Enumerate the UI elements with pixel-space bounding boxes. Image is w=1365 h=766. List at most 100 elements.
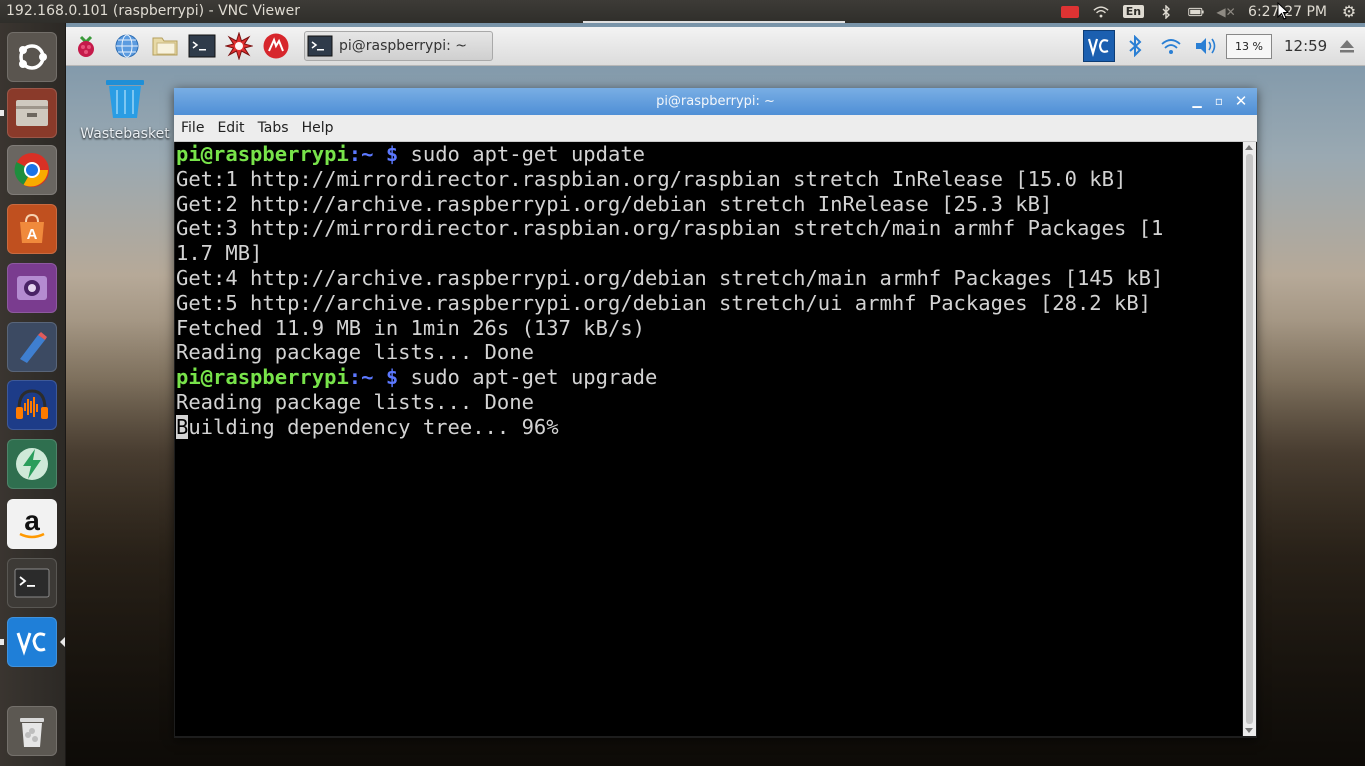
bluetooth-icon <box>1129 35 1142 57</box>
terminal-line: Get:3 http://mirrordirector.raspbian.org… <box>176 216 1164 241</box>
command-text: sudo apt-get update <box>398 142 646 166</box>
launcher-chrome[interactable] <box>7 145 57 195</box>
record-icon[interactable] <box>1060 5 1079 18</box>
scroll-up-arrow-icon[interactable] <box>1245 145 1253 150</box>
maximize-icon[interactable]: ▫ <box>1210 92 1228 110</box>
wifi-icon <box>1161 39 1181 54</box>
raspberry-icon <box>78 35 94 57</box>
terminal-launch-button[interactable] <box>187 31 217 61</box>
terminal-icon <box>307 35 333 57</box>
menu-edit[interactable]: Edit <box>217 120 244 136</box>
audacity-icon <box>16 389 48 419</box>
wifi-icon[interactable] <box>1093 5 1109 19</box>
keyboard-layout-indicator[interactable]: En <box>1122 5 1145 18</box>
terminal-icon <box>14 568 50 598</box>
command-text: sudo apt-get upgrade <box>398 365 658 390</box>
speaker-icon <box>1196 38 1216 54</box>
raspberry-menu-button[interactable] <box>71 31 101 61</box>
terminal-titlebar[interactable]: pi@raspberrypi: ~ ▁ ▫ ✕ <box>174 88 1257 115</box>
minimize-icon[interactable]: ▁ <box>1188 92 1206 110</box>
terminal-output[interactable]: pi@raspberrypi:~ $ sudo apt-get update Ge… <box>175 142 1242 736</box>
terminal-line: Get:2 http://archive.raspberrypi.org/deb… <box>176 191 1053 216</box>
pencil-app-icon <box>20 332 47 363</box>
terminal-line: 1.7 MB] <box>176 241 263 266</box>
file-manager-button[interactable] <box>150 31 180 61</box>
lightning-app-icon <box>16 448 48 480</box>
volume-muted-icon[interactable]: ◀✕ <box>1216 5 1235 19</box>
wastebasket-label: Wastebasket <box>80 126 170 142</box>
terminal-line: Get:4 http://archive.raspberrypi.org/deb… <box>176 265 1164 290</box>
terminal-line: Get:1 http://mirrordirector.raspbian.org… <box>176 166 1127 191</box>
terminal-line: Fetched 11.9 MB in 1min 26s (137 kB/s) <box>176 315 645 340</box>
amazon-icon: a <box>19 506 45 539</box>
vnc-viewer-titlebar: 192.168.0.101 (raspberrypi) - VNC Viewer… <box>0 0 1365 23</box>
running-indicator <box>0 639 4 645</box>
wastebasket-desktop-icon[interactable]: Wastebasket <box>80 78 170 142</box>
launcher-dash[interactable] <box>7 32 57 82</box>
lxde-panel: pi@raspberrypi: ~ 13 % 12:59 <box>66 27 1365 66</box>
launcher-terminal[interactable] <box>7 558 57 608</box>
menu-file[interactable]: File <box>181 120 204 136</box>
taskbar-terminal-button[interactable]: pi@raspberrypi: ~ <box>304 31 493 61</box>
launcher-trash[interactable] <box>7 706 57 756</box>
launcher-screen-recorder[interactable] <box>7 263 57 313</box>
terminal-line: Building dependency tree... 96% <box>176 414 1242 440</box>
terminal-line: Get:5 http://archive.raspberrypi.org/deb… <box>176 290 1152 315</box>
cpu-usage-monitor[interactable]: 13 % <box>1226 34 1272 59</box>
software-center-icon: A <box>20 213 44 243</box>
scrollbar-thumb[interactable] <box>1246 154 1253 724</box>
focused-indicator <box>60 637 65 647</box>
unity-launcher: A a <box>0 23 66 766</box>
mouse-pointer-icon <box>1277 2 1289 20</box>
scroll-down-arrow-icon[interactable] <box>1245 728 1253 733</box>
launcher-vnc-viewer[interactable] <box>7 617 57 667</box>
output-text: uilding dependency tree... 96% <box>188 414 559 439</box>
prompt-path: :~ $ <box>348 365 399 390</box>
menu-tabs[interactable]: Tabs <box>258 120 289 136</box>
math-app-button[interactable] <box>224 31 254 61</box>
launcher-amazon[interactable]: a <box>7 499 57 549</box>
terminal-scrollbar[interactable] <box>1243 142 1256 736</box>
svg-text:a: a <box>24 506 40 536</box>
launcher-pencil-app[interactable] <box>7 322 57 372</box>
chrome-icon <box>14 153 49 187</box>
running-indicator <box>0 110 4 116</box>
battery-icon[interactable] <box>1188 5 1204 19</box>
terminal-line: pi@raspberrypi:~ $ sudo apt-get upgrade <box>176 365 1242 390</box>
volume-tray[interactable] <box>1191 30 1221 62</box>
vnc-viewer-icon <box>16 632 46 656</box>
files-icon <box>16 100 48 126</box>
launcher-files[interactable] <box>7 88 57 138</box>
web-browser-button[interactable] <box>112 31 142 61</box>
gear-icon[interactable]: ⚙ <box>1341 2 1357 21</box>
terminal-line: Reading package lists... Done <box>176 389 534 414</box>
prompt-path: :~ $ <box>348 142 399 166</box>
text-cursor: B <box>176 414 189 439</box>
vnc-server-tray[interactable] <box>1083 30 1115 62</box>
eject-icon <box>1340 40 1354 53</box>
screen-recorder-icon <box>17 276 47 300</box>
launcher-lightning-app[interactable] <box>7 439 57 489</box>
wifi-tray[interactable] <box>1156 30 1186 62</box>
eject-tray[interactable] <box>1334 30 1360 62</box>
prompt-user: pi@raspberrypi <box>176 142 349 166</box>
panel-clock[interactable]: 12:59 <box>1284 37 1327 55</box>
launcher-software-center[interactable]: A <box>7 204 57 254</box>
svg-text:A: A <box>27 226 38 243</box>
globe-icon <box>115 34 139 58</box>
taskbar-terminal-label: pi@raspberrypi: ~ <box>339 38 468 54</box>
launcher-audacity[interactable] <box>7 380 57 430</box>
prompt-user: pi@raspberrypi <box>176 365 349 390</box>
terminal-icon <box>188 34 216 58</box>
close-icon[interactable]: ✕ <box>1232 92 1250 110</box>
trash-icon <box>106 80 144 118</box>
bluetooth-icon[interactable] <box>1158 4 1174 19</box>
wolfram-icon <box>263 33 289 59</box>
menu-help[interactable]: Help <box>302 120 334 136</box>
folder-icon <box>152 37 178 56</box>
terminal-window: pi@raspberrypi: ~ ▁ ▫ ✕ File Edit Tabs H… <box>174 88 1257 738</box>
wolfram-button[interactable] <box>261 31 291 61</box>
system-tray: En ◀✕ 6:27:27 PM ⚙ <box>1060 0 1357 23</box>
bluetooth-tray[interactable] <box>1120 30 1150 62</box>
vnc-icon <box>1087 38 1109 57</box>
